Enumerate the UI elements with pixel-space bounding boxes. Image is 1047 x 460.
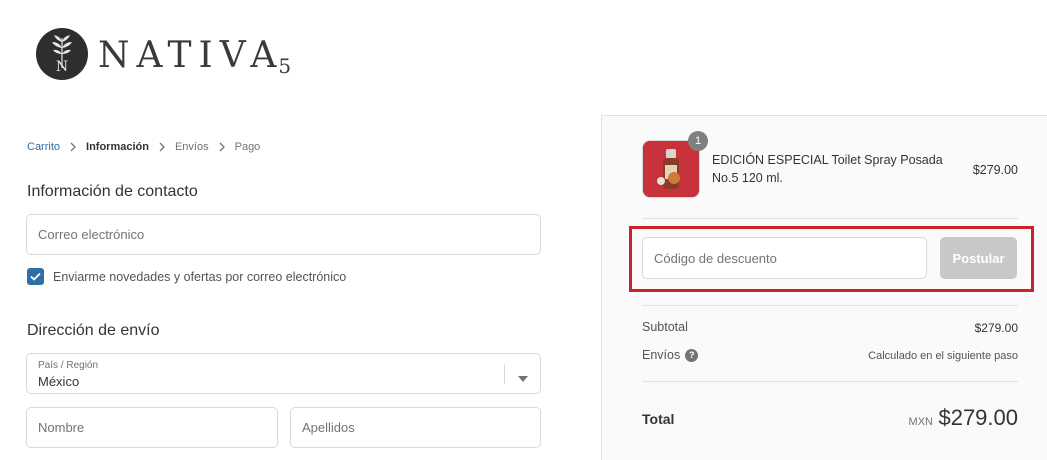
shipping-value: Calculado en el siguiente paso <box>868 350 1018 362</box>
order-summary: 1 EDICIÓN ESPECIAL Toilet Spray Posada N… <box>601 115 1047 460</box>
shipping-label: Envíos <box>642 348 681 362</box>
divider <box>642 381 1018 382</box>
product-name: EDICIÓN ESPECIAL Toilet Spray Posada No.… <box>712 153 943 185</box>
divider <box>642 218 1018 219</box>
breadcrumb-payment: Pago <box>234 141 261 153</box>
total-label: Total <box>642 411 675 427</box>
logo-emblem-icon: N <box>36 28 88 80</box>
country-select-label: País / Región <box>38 360 99 371</box>
last-name-placeholder: Apellidos <box>302 420 355 435</box>
spray-bottle-image <box>643 141 699 197</box>
quantity-badge: 1 <box>688 131 708 151</box>
brand-name: NATIVA <box>98 34 284 76</box>
breadcrumb: Carrito Información Envíos Pago <box>27 141 260 153</box>
country-select[interactable]: País / Región México <box>26 353 541 394</box>
last-name-field[interactable]: Apellidos <box>290 407 541 448</box>
help-icon[interactable]: ? <box>685 348 699 362</box>
chevron-right-icon <box>158 142 166 152</box>
product-price: $279.00 <box>972 163 1018 177</box>
breadcrumb-shipping: Envíos <box>174 141 209 153</box>
logo-mark-letter: N <box>56 59 68 75</box>
email-placeholder: Correo electrónico <box>38 227 145 242</box>
email-field[interactable]: Correo electrónico <box>26 214 541 255</box>
divider <box>642 305 1018 306</box>
chevron-down-icon <box>518 370 528 382</box>
subtotal-value: $279.00 <box>974 321 1018 335</box>
checkmark-icon <box>30 272 41 281</box>
checkout-page: N NATIVA 5 Carrito Información Envíos Pa… <box>0 0 1047 460</box>
brand-logo[interactable]: N NATIVA 5 <box>36 28 296 80</box>
discount-code-input[interactable]: Código de descuento <box>642 237 927 279</box>
first-name-placeholder: Nombre <box>38 420 85 435</box>
shipping-row-label: Envíos ? <box>642 348 699 362</box>
newsletter-option[interactable]: Enviarme novedades y ofertas por correo … <box>27 268 346 285</box>
contact-section-title: Información de contacto <box>27 183 198 200</box>
chevron-right-icon <box>218 142 226 152</box>
country-select-value: México <box>38 374 80 389</box>
breadcrumb-cart[interactable]: Carrito <box>27 141 60 153</box>
brand-suffix: 5 <box>278 54 292 78</box>
select-divider <box>504 364 505 384</box>
product-thumbnail: 1 <box>642 131 708 198</box>
total-value: $279.00 <box>938 405 1018 430</box>
shipping-section-title: Dirección de envío <box>27 322 160 339</box>
first-name-field[interactable]: Nombre <box>26 407 278 448</box>
breadcrumb-information: Información <box>86 141 149 153</box>
apply-discount-button[interactable]: Postular <box>940 237 1017 279</box>
total-currency: MXN <box>908 416 933 428</box>
discount-code-placeholder: Código de descuento <box>654 250 777 266</box>
subtotal-label: Subtotal <box>642 320 688 334</box>
newsletter-checkbox[interactable] <box>27 268 44 285</box>
chevron-right-icon <box>69 142 77 152</box>
newsletter-label: Enviarme novedades y ofertas por correo … <box>53 269 347 284</box>
